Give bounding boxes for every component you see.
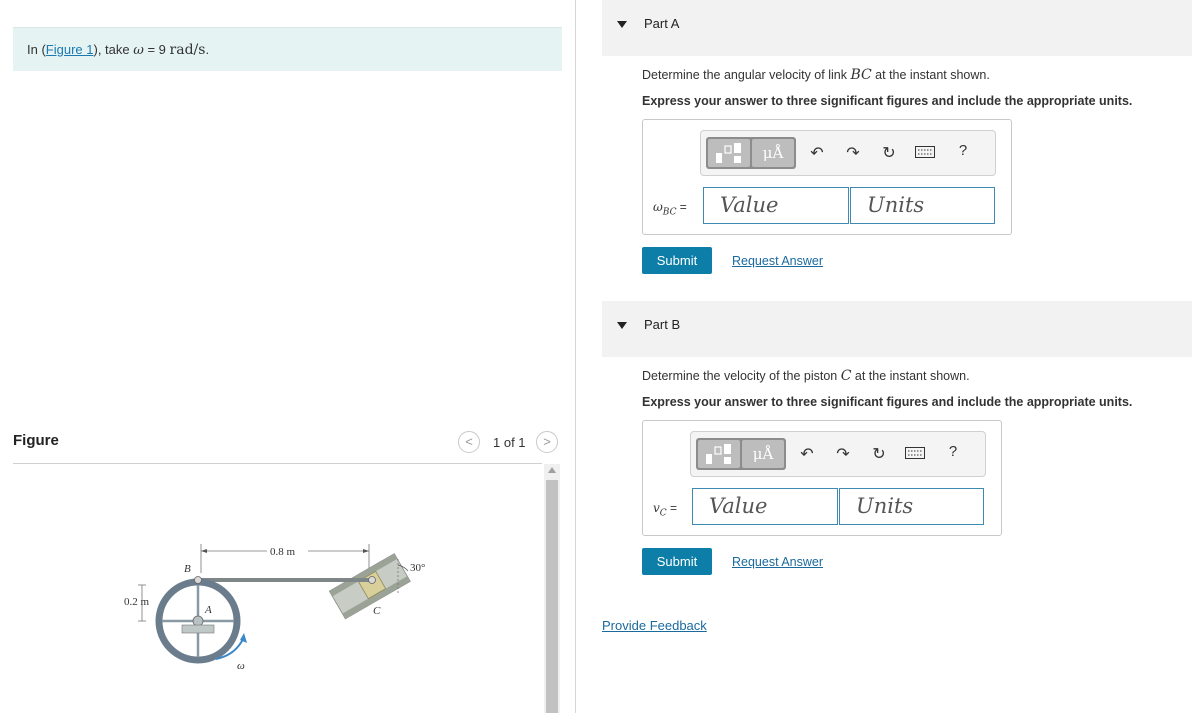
tool-group: μÅ bbox=[696, 438, 786, 470]
templates-icon bbox=[716, 143, 741, 163]
tool-group: μÅ bbox=[706, 137, 796, 169]
help-icon[interactable]: ? bbox=[953, 142, 973, 159]
point-c-label: C bbox=[373, 605, 381, 617]
part-a-instruction: Express your answer to three significant… bbox=[642, 94, 1133, 108]
keyboard-icon[interactable] bbox=[915, 145, 935, 163]
figure-heading: Figure bbox=[13, 432, 59, 449]
point-a-label: A bbox=[204, 604, 212, 616]
reset-icon[interactable]: ↻ bbox=[879, 143, 899, 163]
part-b-equals: = bbox=[666, 501, 678, 515]
chevron-right-icon: > bbox=[543, 434, 551, 449]
mechanism-figure: 0.8 m C 30° B A 0.2 m ω bbox=[124, 544, 425, 672]
part-a-question-prefix: Determine the angular velocity of link bbox=[642, 68, 851, 82]
chevron-left-icon: < bbox=[465, 434, 473, 449]
part-b-request-answer-link[interactable]: Request Answer bbox=[732, 555, 823, 569]
intro-omega: ω bbox=[133, 43, 144, 58]
part-b-question-suffix: at the instant shown. bbox=[851, 369, 970, 383]
part-b-question-var: C bbox=[840, 368, 852, 384]
collapse-triangle-icon[interactable] bbox=[617, 21, 627, 28]
units-button[interactable]: μÅ bbox=[752, 139, 794, 167]
part-a-value-input[interactable]: Value bbox=[703, 187, 849, 224]
part-b-variable-label: vC = bbox=[653, 501, 677, 518]
templates-button[interactable] bbox=[708, 139, 750, 167]
panel-divider bbox=[575, 0, 576, 713]
scrollbar-thumb[interactable] bbox=[546, 480, 558, 713]
provide-feedback-link[interactable]: Provide Feedback bbox=[602, 618, 707, 633]
templates-button[interactable] bbox=[698, 440, 740, 468]
templates-icon bbox=[706, 444, 731, 464]
part-a-request-answer-link[interactable]: Request Answer bbox=[732, 254, 823, 268]
intro-suffix: . bbox=[205, 42, 210, 57]
part-b-question: Determine the velocity of the piston C a… bbox=[642, 368, 970, 384]
figure-prev-button[interactable]: < bbox=[458, 431, 480, 453]
part-a-equals: = bbox=[676, 200, 687, 214]
help-icon[interactable]: ? bbox=[943, 443, 963, 460]
part-a-units-input[interactable]: Units bbox=[850, 187, 995, 224]
radius-label: 0.2 m bbox=[124, 596, 150, 608]
part-a-var-symbol: ω bbox=[653, 200, 663, 214]
wheel-support bbox=[181, 624, 215, 634]
omega-label: ω bbox=[237, 660, 245, 672]
left-panel: In (Figure 1), take ω = 9 rad/s. Figure … bbox=[0, 0, 575, 713]
units-icon: μÅ bbox=[752, 445, 774, 463]
part-b-units-input[interactable]: Units bbox=[839, 488, 984, 525]
part-b-instruction: Express your answer to three significant… bbox=[642, 395, 1133, 409]
intro-equals: = 9 bbox=[143, 42, 170, 57]
figure-divider bbox=[13, 463, 542, 464]
reset-icon[interactable]: ↻ bbox=[869, 444, 889, 464]
part-b-submit-button[interactable]: Submit bbox=[642, 548, 712, 575]
part-a-answer-box: μÅ ↶ ↷ ↻ ? ωBC = Value Units bbox=[642, 119, 1012, 235]
part-b-toolbar: μÅ ↶ ↷ ↻ ? bbox=[690, 431, 986, 477]
part-b-var-symbol: v bbox=[653, 501, 660, 515]
part-a-header[interactable]: Part A bbox=[602, 0, 1192, 56]
part-a-question-suffix: at the instant shown. bbox=[871, 68, 990, 82]
intro-units: rad/s bbox=[169, 42, 206, 58]
redo-icon[interactable]: ↷ bbox=[843, 143, 863, 163]
part-a-title: Part A bbox=[644, 16, 680, 31]
part-a-question: Determine the angular velocity of link B… bbox=[642, 67, 990, 83]
part-b-title: Part B bbox=[644, 317, 681, 332]
point-b-label: B bbox=[184, 563, 191, 575]
dim-arrow-left-icon bbox=[201, 549, 207, 553]
scroll-up-arrow-icon[interactable] bbox=[548, 467, 556, 473]
part-b-question-prefix: Determine the velocity of the piston bbox=[642, 369, 841, 383]
figure-link[interactable]: Figure 1 bbox=[46, 42, 94, 57]
part-a-question-var: BC bbox=[850, 67, 872, 83]
angle-label: 30° bbox=[410, 562, 425, 574]
part-b-answer-box: μÅ ↶ ↷ ↻ ? vC = Value Units bbox=[642, 420, 1002, 536]
undo-icon[interactable]: ↶ bbox=[797, 444, 817, 464]
pin-c bbox=[368, 576, 376, 584]
collapse-triangle-icon[interactable] bbox=[617, 322, 627, 329]
figure-next-button[interactable]: > bbox=[536, 431, 558, 453]
pin-b bbox=[194, 576, 202, 584]
units-icon: μÅ bbox=[762, 144, 784, 162]
problem-intro: In (Figure 1), take ω = 9 rad/s. bbox=[13, 27, 562, 71]
units-button[interactable]: μÅ bbox=[742, 440, 784, 468]
dim-arrow-right-icon bbox=[363, 549, 369, 553]
part-a-var-sub: BC bbox=[662, 207, 677, 218]
part-a-toolbar: μÅ ↶ ↷ ↻ ? bbox=[700, 130, 996, 176]
part-a-variable-label: ωBC = bbox=[653, 200, 687, 217]
undo-icon[interactable]: ↶ bbox=[807, 143, 827, 163]
length-label: 0.8 m bbox=[270, 546, 296, 558]
intro-prefix: In ( bbox=[27, 42, 46, 57]
hub-a bbox=[192, 615, 204, 627]
intro-middle: ), take bbox=[93, 42, 134, 57]
part-b-value-input[interactable]: Value bbox=[692, 488, 838, 525]
figure-page-count: 1 of 1 bbox=[493, 435, 526, 450]
part-b-header[interactable]: Part B bbox=[602, 301, 1192, 357]
keyboard-icon[interactable] bbox=[905, 446, 925, 464]
part-a-submit-button[interactable]: Submit bbox=[642, 247, 712, 274]
redo-icon[interactable]: ↷ bbox=[833, 444, 853, 464]
part-b-var-sub: C bbox=[659, 508, 667, 519]
